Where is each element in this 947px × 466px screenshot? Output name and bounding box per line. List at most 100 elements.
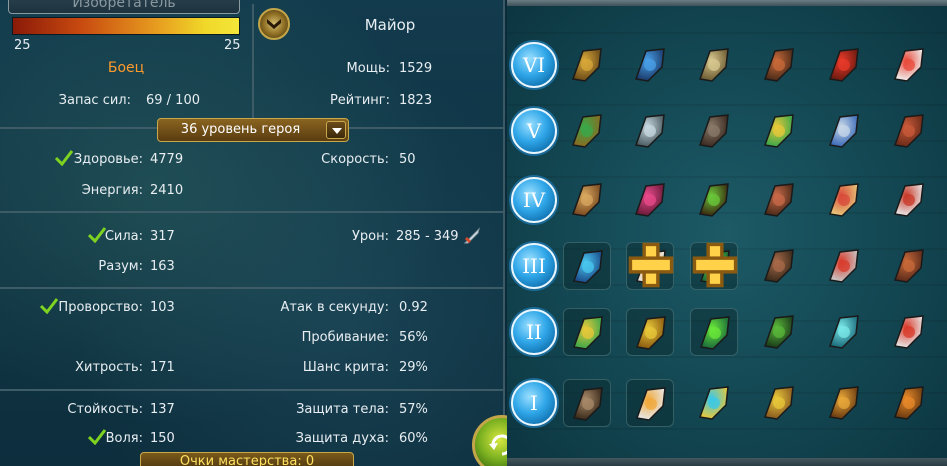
will-label: Воля:	[105, 431, 143, 446]
check-icon	[40, 298, 58, 314]
cunning-value: 171	[150, 360, 175, 375]
tier-badge: IV	[511, 177, 557, 223]
intellect-label: Разум:	[98, 259, 143, 274]
hero-role: Боец	[107, 60, 145, 76]
check-icon	[88, 227, 106, 243]
tier-badge: VI	[511, 42, 557, 88]
clock-burst-icon[interactable]	[626, 379, 674, 427]
snail-icon[interactable]	[755, 379, 803, 427]
elephant-icon[interactable]	[690, 41, 738, 89]
rank-badge-icon[interactable]	[258, 8, 290, 40]
check-icon	[88, 429, 106, 445]
shuriken-icon[interactable]	[626, 107, 674, 155]
ice-shards-icon[interactable]	[563, 242, 611, 290]
belt-icon[interactable]	[563, 107, 611, 155]
dagger-icon[interactable]	[820, 242, 868, 290]
mastery-points: Очки мастерства: 0	[140, 452, 354, 466]
spyglass-icon[interactable]	[563, 41, 611, 89]
crit-label: Шанс крита:	[302, 360, 389, 375]
energy-value: 2410	[150, 183, 184, 198]
intellect-value: 163	[150, 259, 175, 274]
xp-right-value: 25	[224, 38, 241, 53]
red-blade-icon[interactable]	[885, 308, 933, 356]
xp-left-value: 25	[14, 38, 31, 53]
tier-badge: I	[511, 380, 557, 426]
jeweled-sword-icon[interactable]	[755, 107, 803, 155]
agility-value: 103	[150, 300, 175, 315]
atom-icon[interactable]	[690, 308, 738, 356]
damage-label: Урон:	[351, 229, 389, 244]
pinwheel-icon[interactable]	[690, 379, 738, 427]
check-icon	[55, 150, 73, 166]
pierce-label: Пробивание:	[301, 330, 389, 345]
crit-value: 29%	[399, 360, 428, 375]
aps-value: 0.92	[399, 300, 428, 315]
sun-amulet-icon[interactable]	[563, 308, 611, 356]
speed-label: Скорость:	[321, 152, 389, 167]
health-value: 4779	[150, 152, 184, 167]
tier-badge: II	[511, 309, 557, 355]
armor-icon[interactable]	[885, 107, 933, 155]
crossed-swords-icon[interactable]	[820, 107, 868, 155]
necklace-icon[interactable]	[626, 176, 674, 224]
rating-label: Рейтинг:	[329, 93, 390, 108]
aps-label: Атак в секунду:	[280, 300, 389, 315]
health-label: Здоровье:	[73, 152, 143, 167]
potion-icon[interactable]	[820, 308, 868, 356]
sword-icon	[463, 227, 480, 244]
turret-icon[interactable]	[563, 379, 611, 427]
winged-boot-icon[interactable]	[885, 176, 933, 224]
speed-value: 50	[399, 152, 416, 167]
rank-name: Майор	[364, 16, 416, 34]
gear-icon[interactable]	[885, 379, 933, 427]
discount-ticket-icon[interactable]	[626, 308, 674, 356]
xp-bar	[12, 17, 240, 35]
class-title-box: Изобретатель	[8, 0, 240, 14]
coil-icon[interactable]	[885, 242, 933, 290]
plus-icon	[692, 242, 738, 288]
atom-icon[interactable]	[690, 242, 738, 290]
pierce-value: 56%	[399, 330, 428, 345]
clock-burst-icon[interactable]	[626, 242, 674, 290]
hero-level-text: 36 уровень героя	[180, 122, 301, 137]
tier-badge: III	[511, 243, 557, 289]
divider	[0, 287, 505, 289]
cunning-label: Хитрость:	[75, 360, 143, 375]
stamina-value: 69 / 100	[146, 93, 200, 108]
tier-badge: V	[511, 108, 557, 154]
will-value: 150	[150, 431, 175, 446]
energy-label: Энергия:	[81, 183, 143, 198]
divider	[0, 211, 505, 213]
red-banner-icon[interactable]	[820, 41, 868, 89]
sprout-icon[interactable]	[690, 176, 738, 224]
hero-stats-panel: Изобретатель 25 25 Боец Запас сил: 69 / …	[0, 0, 505, 466]
divider	[0, 389, 505, 391]
shield-cross-icon[interactable]	[885, 41, 933, 89]
chevron-down-icon[interactable]	[326, 121, 346, 139]
body-def-value: 57%	[399, 402, 428, 417]
power-value: 1529	[399, 61, 433, 76]
panel-top-strip	[507, 0, 947, 6]
spiked-mace-icon[interactable]	[690, 107, 738, 155]
plus-icon	[628, 242, 674, 288]
book-icon[interactable]	[820, 176, 868, 224]
crossed-blades-icon[interactable]	[626, 41, 674, 89]
pickaxe-icon[interactable]	[755, 242, 803, 290]
spirit-def-value: 60%	[399, 431, 428, 446]
scroll-icon[interactable]	[563, 176, 611, 224]
gauntlet-icon[interactable]	[755, 176, 803, 224]
header-divider	[252, 4, 254, 118]
rating-value: 1823	[399, 93, 433, 108]
stamina-label: Запас сил:	[58, 93, 131, 108]
kettlebell-icon[interactable]	[755, 308, 803, 356]
hero-level-dropdown[interactable]: 36 уровень героя	[157, 118, 349, 142]
class-title: Изобретатель	[72, 0, 176, 11]
power-label: Мощь:	[346, 61, 390, 76]
lynx-icon[interactable]	[820, 379, 868, 427]
hammer-icon[interactable]	[755, 41, 803, 89]
talent-panel: VI V IV III II I	[507, 0, 947, 466]
strength-value: 317	[150, 229, 175, 244]
agility-label: Проворство:	[58, 300, 143, 315]
stamina2-value: 137	[150, 402, 175, 417]
body-def-label: Защита тела:	[296, 402, 389, 417]
